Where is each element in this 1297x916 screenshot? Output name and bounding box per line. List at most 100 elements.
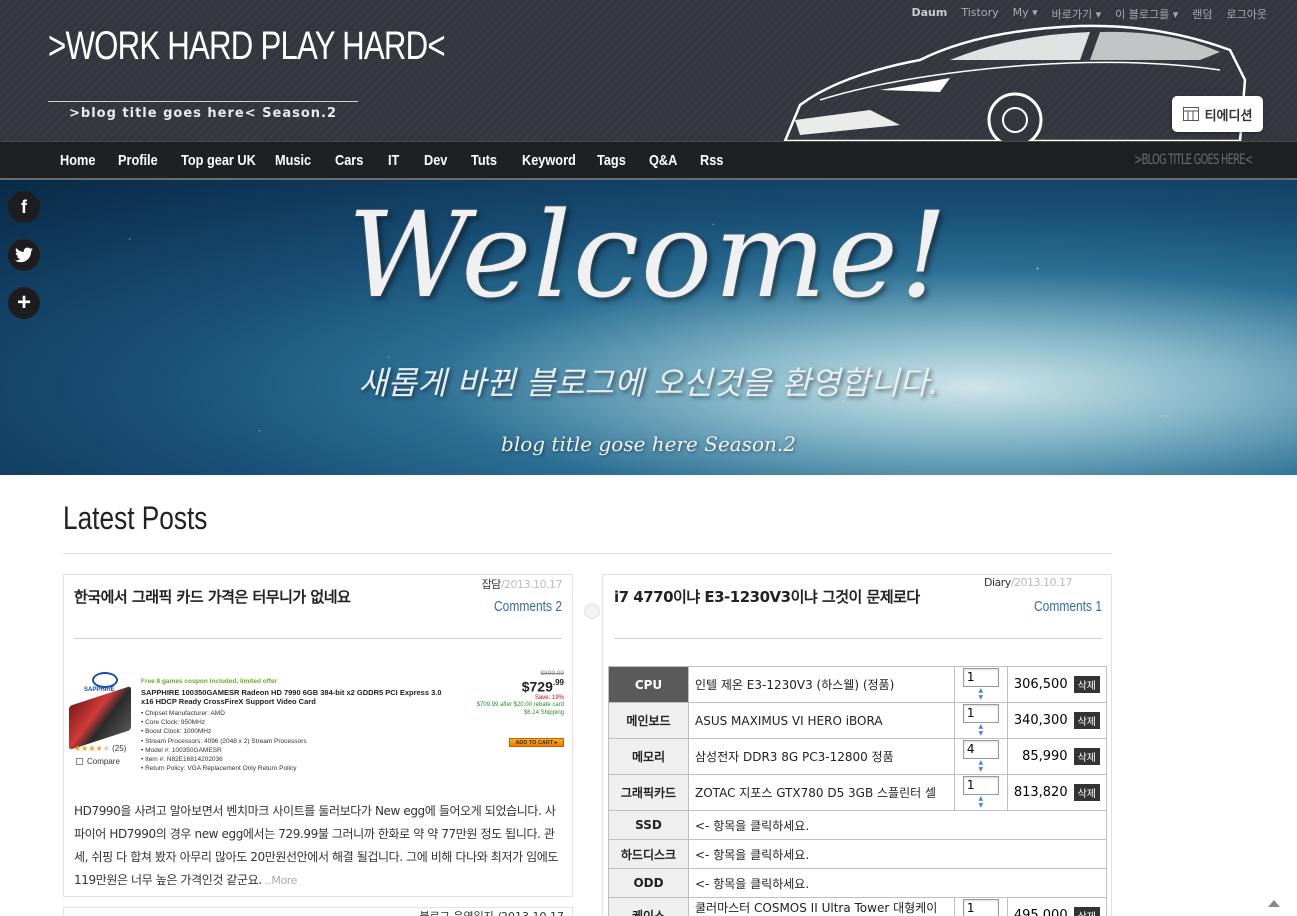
product-rebate: $709.99 after $20.00 rebate card <box>476 702 564 708</box>
product-old-price: $899.99 <box>540 670 565 677</box>
qty-spinner-icon[interactable]: ▲ ▼ <box>977 795 985 809</box>
config-row-mainboard: 메인보드 ASUS MAXIMUS VI HERO iBORA 1▲ ▼ 340,… <box>608 702 1108 739</box>
config-placeholder[interactable]: <- 항목을 클릭하세요. <box>688 868 1107 898</box>
post-1-divider <box>74 638 562 639</box>
qty-spinner-icon[interactable]: ▲ ▼ <box>977 759 985 773</box>
delete-button[interactable]: 삭제 <box>1073 676 1100 693</box>
post-1-title[interactable]: 한국에서 그래픽 카드 가격은 터무니가 없네요 <box>74 586 351 607</box>
delete-button[interactable]: 삭제 <box>1073 907 1100 916</box>
qty-input[interactable]: 4 <box>962 739 999 759</box>
delete-button[interactable]: 삭제 <box>1073 712 1100 729</box>
config-label: 메인보드 <box>608 702 689 739</box>
config-price: 306,500 삭제 <box>1006 666 1108 703</box>
product-compare[interactable]: Compare <box>76 757 120 766</box>
logo-divider <box>48 101 358 102</box>
post-1-comments[interactable]: Comments 2 <box>494 598 562 615</box>
config-row-case: 케이스 쿨러마스터 COSMOS II Ultra Tower 대형케이스 1▲… <box>608 897 1108 916</box>
config-price: 813,820 삭제 <box>1006 774 1108 811</box>
delete-button[interactable]: 삭제 <box>1073 748 1100 765</box>
scroll-top-icon[interactable] <box>1268 900 1280 907</box>
main-nav: Home Profile Top gear UK Music Cars IT D… <box>0 141 1297 180</box>
layout-icon <box>1182 107 1199 121</box>
config-row-hdd: 하드디스크 <- 항목을 클릭하세요. <box>608 839 1107 869</box>
graphics-card-image <box>69 685 131 751</box>
nav-item-tags[interactable]: Tags <box>597 152 641 169</box>
config-row-ssd: SSD <- 항목을 클릭하세요. <box>608 810 1107 840</box>
nav-item-it[interactable]: IT <box>388 152 419 169</box>
post-3-meta[interactable]: 블로그 운영일지 /2013.10.17 <box>419 908 564 916</box>
qty-input[interactable]: 1 <box>962 898 999 916</box>
config-row-graphics: 그래픽카드 ZOTAC 지포스 GTX780 D5 3GB 스플린터 셀 1▲ ▼… <box>608 774 1108 811</box>
config-label: CPU <box>608 666 689 703</box>
qty-input[interactable]: 1 <box>962 775 999 795</box>
sapphire-logo-icon <box>92 672 118 688</box>
nav-item-qa[interactable]: Q&A <box>649 152 692 169</box>
twitter-bird-glyph <box>15 247 33 263</box>
banner-tagline: blog title gose here Season.2 <box>501 432 796 456</box>
qty-spinner-icon[interactable]: ▲ ▼ <box>977 723 985 737</box>
config-label: 케이스 <box>608 897 689 916</box>
nav-menu: Home Profile Top gear UK Music Cars IT D… <box>60 152 740 169</box>
post-1-excerpt: HD7990을 사려고 알아보면서 벤치마크 사이트를 둘러보다가 New eg… <box>74 804 559 887</box>
product-rating: ★★★★★ (25) <box>74 744 127 753</box>
site-subtitle: >blog title goes here< Season.2 <box>69 106 337 121</box>
facebook-icon[interactable]: f <box>8 191 40 223</box>
config-row-odd: ODD <- 항목을 클릭하세요. <box>608 868 1107 898</box>
config-placeholder[interactable]: <- 항목을 클릭하세요. <box>688 839 1107 869</box>
config-qty: 1▲▼ <box>953 897 1008 916</box>
config-label: 메모리 <box>608 738 689 775</box>
post-2-divider <box>614 638 1102 639</box>
post-2-title[interactable]: i7 4770이냐 E3-1230V3이냐 그것이 문제로다 <box>614 586 920 607</box>
nav-item-keyword[interactable]: Keyword <box>522 152 586 169</box>
share-more-icon[interactable]: + <box>8 287 40 319</box>
nav-item-cars[interactable]: Cars <box>335 152 380 169</box>
product-save: Save: 19% <box>534 695 564 701</box>
compare-checkbox[interactable] <box>76 758 83 765</box>
config-row-memory: 메모리 삼성전자 DDR3 8G PC3-12800 정품 4▲ ▼ 85,990… <box>608 738 1108 775</box>
twitter-icon[interactable] <box>8 239 40 271</box>
config-product-name[interactable]: 인텔 제온 E3-1230V3 (하스웰) (정품) <box>688 666 955 703</box>
config-placeholder[interactable]: <- 항목을 클릭하세요. <box>688 810 1107 840</box>
nav-item-home[interactable]: Home <box>60 152 109 169</box>
post-1-category[interactable]: 잡담/2013.10.17 <box>482 576 563 592</box>
tedition-button[interactable]: 티에디션 <box>1172 96 1263 132</box>
product-shipping: $6.14 Shipping <box>523 710 564 716</box>
qty-input[interactable]: 1 <box>962 703 999 723</box>
product-screenshot: SAPPHIRE ★★★★★ (25) Compare Free 8 games… <box>64 666 572 778</box>
banner-subtitle: 새롭게 바뀐 블로그에 오신것을 환영합니다. <box>358 364 939 402</box>
product-promo: Free 8 games coupon included, limited of… <box>141 678 278 685</box>
post-2-category[interactable]: Diary/2013.10.17 <box>984 576 1073 589</box>
timeline-connector <box>584 603 600 619</box>
config-row-cpu: CPU 인텔 제온 E3-1230V3 (하스웰) (정품) 1▲ ▼ 306,5… <box>608 666 1108 703</box>
post-1-more-link[interactable]: ..More <box>265 874 297 887</box>
config-product-name[interactable]: ZOTAC 지포스 GTX780 D5 3GB 스플린터 셀 <box>688 774 955 811</box>
nav-item-rss[interactable]: Rss <box>700 152 734 169</box>
section-title: Latest Posts <box>63 500 208 536</box>
config-price: 495,000삭제 <box>1006 897 1108 916</box>
config-product-name[interactable]: ASUS MAXIMUS VI HERO iBORA <box>688 702 955 739</box>
product-specs: • Chipset Manufacturer: AMD • Core Clock… <box>141 710 307 773</box>
post-2-comments[interactable]: Comments 1 <box>1034 598 1102 615</box>
nav-item-top-gear-uk[interactable]: Top gear UK <box>181 152 261 169</box>
welcome-banner: Welcome! 새롭게 바뀐 블로그에 오신것을 환영합니다. blog ti… <box>0 180 1297 475</box>
config-qty: 1▲▼ <box>953 774 1008 811</box>
add-to-cart-button[interactable]: ADD TO CART ▸ <box>509 738 564 747</box>
config-qty: 1▲▼ <box>953 702 1008 739</box>
config-price: 85,990 삭제 <box>1006 738 1108 775</box>
qty-spinner-icon[interactable]: ▲ ▼ <box>977 687 985 701</box>
config-qty: 1▲▼ <box>953 666 1008 703</box>
qty-input[interactable]: 1 <box>962 667 999 687</box>
config-qty: 4▲ ▼ <box>953 738 1008 775</box>
nav-item-tuts[interactable]: Tuts <box>471 152 514 169</box>
config-product-name[interactable]: 삼성전자 DDR3 8G PC3-12800 정품 <box>688 738 955 775</box>
nav-item-music[interactable]: Music <box>275 152 326 169</box>
config-label: SSD <box>608 810 689 840</box>
nav-item-dev[interactable]: Dev <box>424 152 464 169</box>
delete-button[interactable]: 삭제 <box>1073 784 1100 801</box>
tedition-label: 티에디션 <box>1204 108 1253 124</box>
product-price: $729.99 <box>521 678 564 695</box>
product-name[interactable]: SAPPHIRE 100350GAMESR Radeon HD 7990 6GB… <box>141 688 451 706</box>
site-logo[interactable]: >WORK HARD PLAY HARD< <box>48 26 446 66</box>
nav-item-profile[interactable]: Profile <box>118 152 172 169</box>
config-product-name[interactable]: 쿨러마스터 COSMOS II Ultra Tower 대형케이스 <box>688 897 955 916</box>
